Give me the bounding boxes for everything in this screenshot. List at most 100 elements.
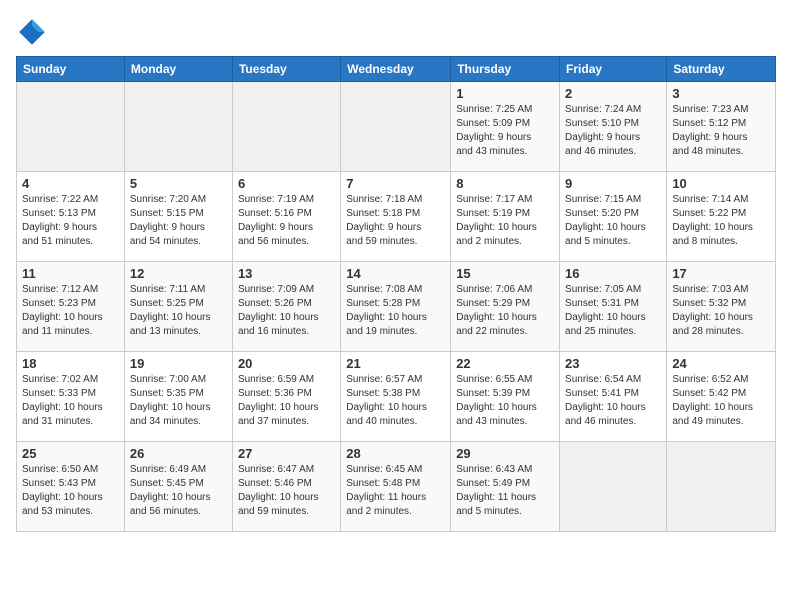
day-info: Sunrise: 7:25 AM Sunset: 5:09 PM Dayligh… [456,103,554,159]
day-info: Sunrise: 7:20 AM Sunset: 5:15 PM Dayligh… [130,193,227,249]
day-cell: 18 Sunrise: 7:02 AM Sunset: 5:33 PM Dayli… [17,352,125,442]
day-cell: 26 Sunrise: 6:49 AM Sunset: 5:45 PM Dayli… [124,442,232,532]
day-info: Sunrise: 7:14 AM Sunset: 5:22 PM Dayligh… [672,193,770,249]
day-info: Sunrise: 7:03 AM Sunset: 5:32 PM Dayligh… [672,283,770,339]
day-number: 27 [238,446,335,461]
day-cell: 27 Sunrise: 6:47 AM Sunset: 5:46 PM Dayli… [232,442,340,532]
day-cell: 14 Sunrise: 7:08 AM Sunset: 5:28 PM Dayli… [341,262,451,352]
day-info: Sunrise: 6:55 AM Sunset: 5:39 PM Dayligh… [456,373,554,429]
day-number: 23 [565,356,661,371]
day-cell: 29 Sunrise: 6:43 AM Sunset: 5:49 PM Dayli… [451,442,560,532]
day-number: 19 [130,356,227,371]
day-info: Sunrise: 7:00 AM Sunset: 5:35 PM Dayligh… [130,373,227,429]
day-number: 16 [565,266,661,281]
day-cell: 20 Sunrise: 6:59 AM Sunset: 5:36 PM Dayli… [232,352,340,442]
day-cell: 22 Sunrise: 6:55 AM Sunset: 5:39 PM Dayli… [451,352,560,442]
week-row-4: 18 Sunrise: 7:02 AM Sunset: 5:33 PM Dayli… [17,352,776,442]
header-cell-wednesday: Wednesday [341,57,451,82]
day-cell: 28Sunrise: 6:45 AM Sunset: 5:48 PM Dayli… [341,442,451,532]
day-info: Sunrise: 7:23 AM Sunset: 5:12 PM Dayligh… [672,103,770,159]
day-number: 6 [238,176,335,191]
day-number: 18 [22,356,119,371]
day-info: Sunrise: 6:57 AM Sunset: 5:38 PM Dayligh… [346,373,445,429]
day-number: 21 [346,356,445,371]
day-cell: 9 Sunrise: 7:15 AM Sunset: 5:20 PM Daylig… [560,172,667,262]
day-number: 29 [456,446,554,461]
day-number: 5 [130,176,227,191]
day-number: 14 [346,266,445,281]
day-info: Sunrise: 7:06 AM Sunset: 5:29 PM Dayligh… [456,283,554,339]
day-cell: 19 Sunrise: 7:00 AM Sunset: 5:35 PM Dayli… [124,352,232,442]
week-row-1: 1Sunrise: 7:25 AM Sunset: 5:09 PM Daylig… [17,82,776,172]
day-info: Sunrise: 6:47 AM Sunset: 5:46 PM Dayligh… [238,463,335,519]
day-number: 4 [22,176,119,191]
day-info: Sunrise: 7:11 AM Sunset: 5:25 PM Dayligh… [130,283,227,339]
day-number: 3 [672,86,770,101]
header-cell-thursday: Thursday [451,57,560,82]
day-number: 13 [238,266,335,281]
logo-icon [16,16,48,48]
day-info: Sunrise: 6:45 AM Sunset: 5:48 PM Dayligh… [346,463,445,519]
day-cell: 7 Sunrise: 7:18 AM Sunset: 5:18 PM Daylig… [341,172,451,262]
day-cell: 15Sunrise: 7:06 AM Sunset: 5:29 PM Dayli… [451,262,560,352]
logo [16,16,52,48]
day-cell: 1Sunrise: 7:25 AM Sunset: 5:09 PM Daylig… [451,82,560,172]
day-info: Sunrise: 7:15 AM Sunset: 5:20 PM Dayligh… [565,193,661,249]
day-cell: 13 Sunrise: 7:09 AM Sunset: 5:26 PM Dayli… [232,262,340,352]
day-info: Sunrise: 7:22 AM Sunset: 5:13 PM Dayligh… [22,193,119,249]
day-cell: 10Sunrise: 7:14 AM Sunset: 5:22 PM Dayli… [667,172,776,262]
day-info: Sunrise: 6:59 AM Sunset: 5:36 PM Dayligh… [238,373,335,429]
day-cell: 6 Sunrise: 7:19 AM Sunset: 5:16 PM Daylig… [232,172,340,262]
day-number: 20 [238,356,335,371]
day-info: Sunrise: 7:12 AM Sunset: 5:23 PM Dayligh… [22,283,119,339]
day-info: Sunrise: 6:50 AM Sunset: 5:43 PM Dayligh… [22,463,119,519]
day-info: Sunrise: 6:43 AM Sunset: 5:49 PM Dayligh… [456,463,554,519]
day-number: 22 [456,356,554,371]
day-info: Sunrise: 6:49 AM Sunset: 5:45 PM Dayligh… [130,463,227,519]
day-number: 11 [22,266,119,281]
day-cell [17,82,125,172]
day-number: 9 [565,176,661,191]
day-info: Sunrise: 7:02 AM Sunset: 5:33 PM Dayligh… [22,373,119,429]
day-info: Sunrise: 7:09 AM Sunset: 5:26 PM Dayligh… [238,283,335,339]
day-number: 7 [346,176,445,191]
day-cell [341,82,451,172]
day-cell: 5 Sunrise: 7:20 AM Sunset: 5:15 PM Daylig… [124,172,232,262]
day-info: Sunrise: 6:52 AM Sunset: 5:42 PM Dayligh… [672,373,770,429]
day-info: Sunrise: 6:54 AM Sunset: 5:41 PM Dayligh… [565,373,661,429]
header-cell-friday: Friday [560,57,667,82]
calendar-header: SundayMondayTuesdayWednesdayThursdayFrid… [17,57,776,82]
header-cell-saturday: Saturday [667,57,776,82]
day-info: Sunrise: 7:18 AM Sunset: 5:18 PM Dayligh… [346,193,445,249]
day-cell: 4 Sunrise: 7:22 AM Sunset: 5:13 PM Daylig… [17,172,125,262]
day-number: 17 [672,266,770,281]
day-cell: 25 Sunrise: 6:50 AM Sunset: 5:43 PM Dayli… [17,442,125,532]
day-cell: 3 Sunrise: 7:23 AM Sunset: 5:12 PM Daylig… [667,82,776,172]
day-cell: 23 Sunrise: 6:54 AM Sunset: 5:41 PM Dayli… [560,352,667,442]
day-cell: 12Sunrise: 7:11 AM Sunset: 5:25 PM Dayli… [124,262,232,352]
week-row-2: 4 Sunrise: 7:22 AM Sunset: 5:13 PM Daylig… [17,172,776,262]
header [16,16,776,48]
header-row: SundayMondayTuesdayWednesdayThursdayFrid… [17,57,776,82]
calendar-body: 1Sunrise: 7:25 AM Sunset: 5:09 PM Daylig… [17,82,776,532]
day-cell [232,82,340,172]
day-cell: 17 Sunrise: 7:03 AM Sunset: 5:32 PM Dayli… [667,262,776,352]
header-cell-sunday: Sunday [17,57,125,82]
day-number: 24 [672,356,770,371]
day-cell [124,82,232,172]
day-number: 26 [130,446,227,461]
week-row-5: 25 Sunrise: 6:50 AM Sunset: 5:43 PM Dayli… [17,442,776,532]
day-cell: 21 Sunrise: 6:57 AM Sunset: 5:38 PM Dayli… [341,352,451,442]
day-info: Sunrise: 7:24 AM Sunset: 5:10 PM Dayligh… [565,103,661,159]
day-cell: 16 Sunrise: 7:05 AM Sunset: 5:31 PM Dayli… [560,262,667,352]
day-number: 25 [22,446,119,461]
day-cell [560,442,667,532]
day-cell: 24 Sunrise: 6:52 AM Sunset: 5:42 PM Dayli… [667,352,776,442]
day-info: Sunrise: 7:19 AM Sunset: 5:16 PM Dayligh… [238,193,335,249]
day-info: Sunrise: 7:08 AM Sunset: 5:28 PM Dayligh… [346,283,445,339]
header-cell-tuesday: Tuesday [232,57,340,82]
header-cell-monday: Monday [124,57,232,82]
day-info: Sunrise: 7:17 AM Sunset: 5:19 PM Dayligh… [456,193,554,249]
day-number: 2 [565,86,661,101]
day-info: Sunrise: 7:05 AM Sunset: 5:31 PM Dayligh… [565,283,661,339]
